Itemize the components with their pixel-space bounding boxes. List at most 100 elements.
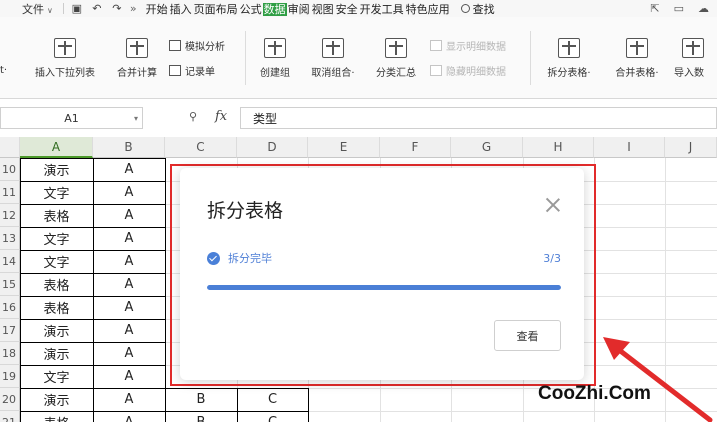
ungroup-button[interactable]: 取消组合· [302, 38, 364, 79]
merge-calc-button[interactable]: 合并计算 [110, 38, 164, 79]
cell[interactable]: A [93, 250, 165, 273]
select-all-corner[interactable] [0, 137, 20, 158]
row-header[interactable]: 21 [0, 411, 20, 422]
cell[interactable]: 表格 [20, 411, 93, 422]
row-header[interactable]: 11 [0, 181, 20, 204]
cell[interactable]: 文字 [20, 365, 93, 388]
show-detail-button[interactable]: 显示明细数据 [430, 38, 506, 53]
cell[interactable]: C [237, 411, 308, 422]
cell[interactable]: A [93, 411, 165, 422]
cell[interactable]: A [93, 296, 165, 319]
search-button[interactable]: 查找 [460, 1, 495, 17]
cell[interactable]: 表格 [20, 273, 93, 296]
undo-icon[interactable]: ↶ [90, 2, 104, 15]
cell[interactable]: A [93, 181, 165, 204]
ribbon: t· 插入下拉列表 合并计算 模拟分析 记录单 创建组 取消组合· 分类汇总 显… [0, 17, 717, 99]
column-header[interactable]: H [523, 137, 594, 158]
group-icon [264, 38, 286, 58]
cell[interactable]: A [93, 204, 165, 227]
row-header[interactable]: 12 [0, 204, 20, 227]
column-header[interactable]: F [380, 137, 451, 158]
cell[interactable]: 表格 [20, 296, 93, 319]
save-icon[interactable]: ▣ [70, 2, 84, 15]
menu-tab[interactable]: 页面布局 [193, 3, 239, 16]
row-header[interactable]: 17 [0, 319, 20, 342]
name-box[interactable]: A1 ▾ [0, 107, 143, 129]
divider [530, 31, 531, 85]
cell[interactable]: B [165, 388, 237, 411]
function-icon[interactable]: fx [215, 109, 227, 124]
what-if-button[interactable]: 模拟分析 [169, 38, 225, 53]
import-data-button[interactable]: 导入数 [674, 38, 717, 79]
split-table-button[interactable]: 拆分表格· [538, 38, 600, 79]
row-header[interactable]: 10 [0, 158, 20, 181]
row-header[interactable]: 15 [0, 273, 20, 296]
menu-bar: 文件 ∨ ▣ ↶ ↷ » 开始 插入 页面布局 公式 数据 审阅 视图 安全 开发工具 特色应用 查… [0, 0, 717, 17]
row-header[interactable]: 13 [0, 227, 20, 250]
hide-detail-button[interactable]: 隐藏明细数据 [430, 63, 506, 78]
view-button[interactable]: 查看 [494, 320, 561, 351]
row-header[interactable]: 20 [0, 388, 20, 411]
cell[interactable]: A [93, 342, 165, 365]
column-header[interactable]: B [93, 137, 165, 158]
status-text: 拆分完毕 [228, 252, 272, 265]
formula-input[interactable]: 类型 [240, 107, 717, 129]
subtotal-button[interactable]: 分类汇总 [369, 38, 423, 79]
insert-dropdown-button[interactable]: 插入下拉列表 [28, 38, 102, 79]
cloud-icon[interactable]: ☁ [698, 2, 709, 15]
column-header[interactable]: G [451, 137, 523, 158]
cell[interactable]: B [165, 411, 237, 422]
cell[interactable]: A [93, 388, 165, 411]
menu-tab[interactable]: 审阅 [287, 3, 311, 16]
split-table-dialog: 拆分表格 拆分完毕 3/3 查看 [180, 168, 584, 380]
cell[interactable]: A [93, 227, 165, 250]
column-header[interactable]: I [594, 137, 665, 158]
row-header[interactable]: 16 [0, 296, 20, 319]
file-menu[interactable]: 文件 ∨ [0, 1, 57, 17]
column-header[interactable]: E [308, 137, 380, 158]
cell[interactable]: 演示 [20, 319, 93, 342]
menu-tab[interactable]: 特色应用 [405, 3, 451, 16]
column-header[interactable]: C [165, 137, 237, 158]
cell[interactable]: 演示 [20, 342, 93, 365]
cell[interactable]: C [237, 388, 308, 411]
chevron-down-icon: ∨ [47, 5, 53, 15]
record-form-button[interactable]: 记录单 [169, 63, 215, 78]
record-form-icon [169, 65, 181, 76]
column-header[interactable]: A [20, 137, 93, 158]
menu-tab[interactable]: 开始 [145, 3, 169, 16]
menu-tab[interactable]: 安全 [335, 3, 359, 16]
row-header[interactable]: 19 [0, 365, 20, 388]
cell[interactable]: 演示 [20, 388, 93, 411]
menu-tab[interactable]: 数据 [262, 2, 287, 16]
cell[interactable]: A [93, 158, 165, 181]
formula-bar: A1 ▾ ⚲ fx 类型 [0, 107, 717, 129]
cell[interactable]: 演示 [20, 158, 93, 181]
check-circle-icon [207, 251, 220, 265]
cell[interactable]: A [93, 319, 165, 342]
cell[interactable]: 文字 [20, 227, 93, 250]
create-group-button[interactable]: 创建组 [252, 38, 298, 79]
menu-tab[interactable]: 开发工具 [359, 3, 405, 16]
row-header[interactable]: 18 [0, 342, 20, 365]
close-icon[interactable] [546, 198, 560, 212]
progress-bar [207, 285, 561, 290]
redo-icon[interactable]: ↷ [110, 2, 124, 15]
cell[interactable]: 表格 [20, 204, 93, 227]
ribbon-left-edge[interactable]: t· [0, 65, 16, 76]
cell[interactable]: A [93, 365, 165, 388]
share-icon[interactable]: ⇱ [650, 2, 659, 15]
menu-tab[interactable]: 公式 [239, 3, 263, 16]
merge-table-button[interactable]: 合并表格· [606, 38, 668, 79]
cell[interactable]: 文字 [20, 250, 93, 273]
layout-icon[interactable]: ▭ [674, 2, 684, 15]
menu-tab[interactable]: 视图 [311, 3, 335, 16]
column-header[interactable]: J [665, 137, 717, 158]
column-header[interactable]: D [237, 137, 308, 158]
more-icon[interactable]: » [130, 2, 137, 15]
zoom-icon[interactable]: ⚲ [189, 110, 197, 123]
row-header[interactable]: 14 [0, 250, 20, 273]
cell[interactable]: 文字 [20, 181, 93, 204]
cell[interactable]: A [93, 273, 165, 296]
menu-tab[interactable]: 插入 [169, 3, 193, 16]
